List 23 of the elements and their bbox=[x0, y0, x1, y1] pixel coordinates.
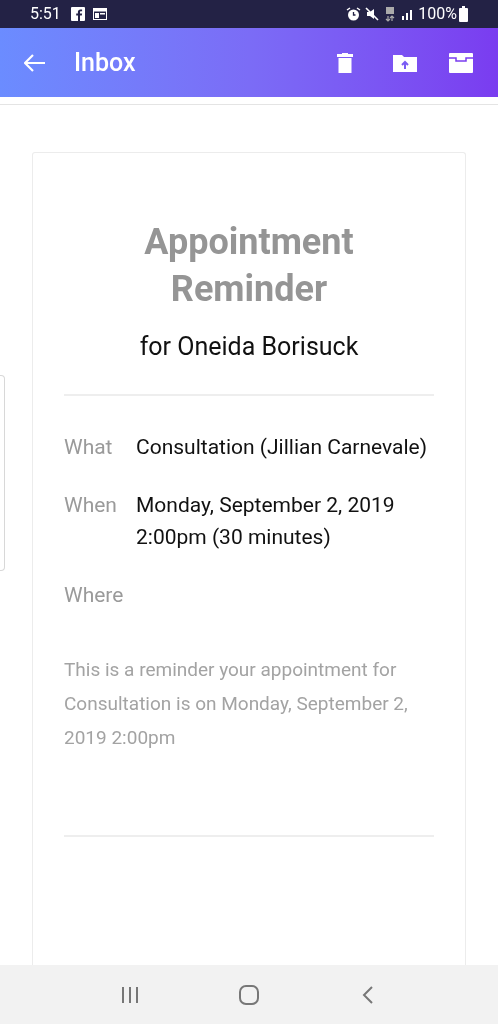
detail-label: Where bbox=[64, 581, 125, 609]
calendar-icon bbox=[92, 8, 107, 20]
recent-apps-icon bbox=[120, 985, 139, 1004]
alarm-icon bbox=[346, 6, 362, 22]
app-bar-title: Inbox bbox=[74, 46, 136, 79]
archive-icon bbox=[449, 52, 473, 73]
battery-icon bbox=[459, 6, 468, 22]
mute-icon bbox=[365, 7, 380, 21]
detail-value: Consultation (Jillian Carnevale) bbox=[136, 433, 429, 461]
trash-icon bbox=[337, 52, 353, 73]
email-subtitle: for Oneida Borisuck bbox=[138, 331, 360, 363]
status-time: 5:51 bbox=[30, 3, 61, 25]
back-nav-icon bbox=[362, 985, 375, 1004]
folder-upload-icon bbox=[393, 53, 417, 72]
detail-label: When bbox=[64, 491, 118, 519]
detail-value: Monday, September 2, 2019 2:00pm (30 minutes) bbox=[136, 491, 396, 551]
back-icon bbox=[24, 53, 46, 72]
facebook-icon bbox=[70, 7, 85, 21]
email-title: Appointment Reminder bbox=[143, 220, 355, 312]
home-icon bbox=[239, 984, 259, 1005]
detail-label: What bbox=[64, 433, 114, 461]
battery-percent: 100% bbox=[418, 3, 457, 25]
reminder-message: This is a reminder your appointment for Consultation is on Monday, September 2, 2019 2:00pm bbox=[64, 656, 409, 751]
